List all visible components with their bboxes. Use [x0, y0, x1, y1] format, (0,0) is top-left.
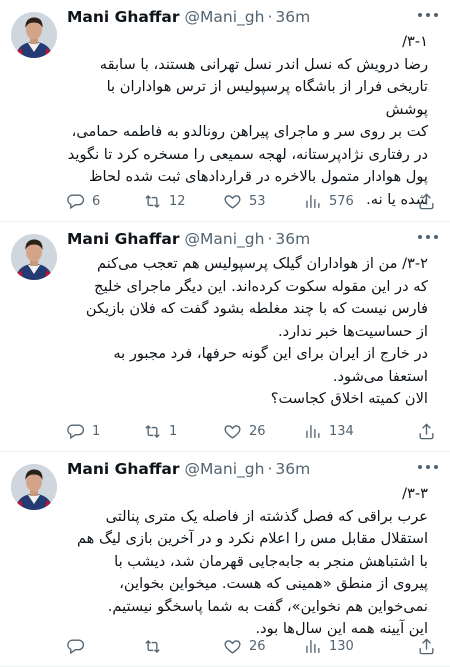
- like-button[interactable]: 53: [223, 192, 303, 211]
- timestamp[interactable]: 36m: [275, 460, 310, 478]
- like-count: 26: [249, 423, 266, 439]
- heart-icon: [224, 639, 241, 654]
- heart-icon: [224, 194, 241, 209]
- views-count: 134: [329, 423, 354, 439]
- like-count: 26: [249, 638, 266, 654]
- timestamp[interactable]: 36m: [275, 230, 310, 248]
- tweet-header: Mani Ghaffar @Mani_gh · 36m: [67, 8, 440, 30]
- views-count: 576: [329, 193, 354, 209]
- tweet-header: Mani Ghaffar @Mani_gh · 36m: [67, 460, 440, 482]
- action-bar: 26 130: [66, 635, 436, 657]
- retweet-button[interactable]: [143, 637, 223, 656]
- share-button[interactable]: [417, 192, 436, 211]
- share-icon: [419, 422, 434, 439]
- author-handle[interactable]: @Mani_gh: [185, 230, 265, 248]
- tweet-text: ۳-۲/ من از هواداران گیلک پرسپولیس هم تعج…: [85, 255, 428, 407]
- reply-count: 6: [92, 193, 101, 209]
- tweet-text: ۳-۱/ رضا درویش که نسل اندر نسل تهرانی هس…: [67, 33, 428, 208]
- reply-button[interactable]: 6: [66, 192, 143, 211]
- share-icon: [419, 637, 434, 654]
- timestamp[interactable]: 36m: [275, 8, 310, 26]
- reply-button[interactable]: [66, 637, 143, 656]
- author-handle[interactable]: @Mani_gh: [185, 8, 265, 26]
- views-button[interactable]: 130: [303, 637, 407, 656]
- separator-dot: ·: [267, 460, 273, 478]
- tweet-3[interactable]: Mani Ghaffar @Mani_gh · 36m ۳-۳/ عرب برا…: [0, 452, 450, 667]
- separator-dot: ·: [267, 8, 273, 26]
- retweet-icon: [145, 194, 160, 208]
- views-button[interactable]: 576: [303, 192, 407, 211]
- avatar[interactable]: [11, 464, 57, 510]
- retweet-icon: [145, 424, 160, 438]
- like-button[interactable]: 26: [223, 422, 303, 441]
- more-horizontal-icon[interactable]: [418, 10, 438, 20]
- tweet-header: Mani Ghaffar @Mani_gh · 36m: [67, 230, 440, 252]
- retweet-icon: [145, 639, 160, 653]
- more-horizontal-icon[interactable]: [418, 232, 438, 242]
- action-bar: 1 1 26 134: [66, 420, 436, 442]
- action-bar: 6 12 53 576: [66, 190, 436, 212]
- reply-count: 1: [92, 423, 101, 439]
- reply-icon: [67, 423, 85, 439]
- share-button[interactable]: [417, 637, 436, 656]
- retweet-button[interactable]: 12: [143, 192, 223, 211]
- views-chart-icon: [306, 194, 320, 208]
- share-icon: [419, 192, 434, 209]
- retweet-count: 1: [169, 423, 178, 439]
- author-name[interactable]: Mani Ghaffar: [67, 230, 180, 248]
- author-handle[interactable]: @Mani_gh: [185, 460, 265, 478]
- avatar[interactable]: [11, 234, 57, 280]
- more-horizontal-icon[interactable]: [418, 462, 438, 472]
- reply-icon: [67, 193, 85, 209]
- reply-button[interactable]: 1: [66, 422, 143, 441]
- like-button[interactable]: 26: [223, 637, 303, 656]
- heart-icon: [224, 424, 241, 439]
- like-count: 53: [249, 193, 266, 209]
- views-chart-icon: [306, 424, 320, 438]
- author-name[interactable]: Mani Ghaffar: [67, 460, 180, 478]
- tweet-text: ۳-۳/ عرب براقی که فصل گذشته از فاصله یک …: [76, 485, 428, 637]
- share-button[interactable]: [417, 422, 436, 441]
- reply-icon: [67, 638, 85, 654]
- retweet-count: 12: [169, 193, 186, 209]
- avatar[interactable]: [11, 12, 57, 58]
- views-count: 130: [329, 638, 354, 654]
- tweet-2[interactable]: Mani Ghaffar @Mani_gh · 36m ۳-۲/ من از ه…: [0, 222, 450, 452]
- author-name[interactable]: Mani Ghaffar: [67, 8, 180, 26]
- views-chart-icon: [306, 639, 320, 653]
- retweet-button[interactable]: 1: [143, 422, 223, 441]
- separator-dot: ·: [267, 230, 273, 248]
- tweet-1[interactable]: Mani Ghaffar @Mani_gh · 36m ۳-۱/ رضا درو…: [0, 0, 450, 222]
- views-button[interactable]: 134: [303, 422, 407, 441]
